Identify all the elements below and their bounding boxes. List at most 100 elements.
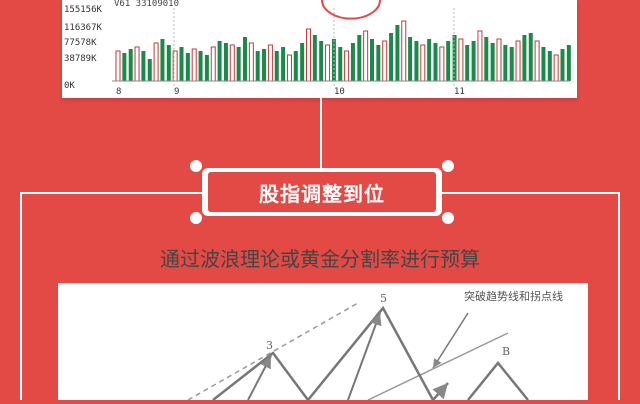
frame-line-top: [320, 98, 322, 168]
wave-path: [212, 305, 449, 403]
volume-bar: [509, 47, 514, 81]
wave-path-b: [467, 361, 529, 401]
volume-bar: [420, 44, 426, 82]
volume-bar: [376, 45, 381, 81]
volume-bar: [319, 41, 324, 81]
frame-line-left-h: [20, 192, 202, 194]
volume-bar: [274, 51, 279, 81]
x-tick-label: 11: [454, 87, 465, 97]
volume-bar: [179, 47, 184, 81]
volume-bar: [490, 43, 495, 81]
volume-bar: [198, 51, 203, 81]
x-tick-label: 8: [116, 87, 121, 97]
volume-bar: [147, 59, 152, 81]
volume-bar: [503, 45, 508, 81]
x-tick-label: 10: [334, 87, 345, 97]
volume-bar: [389, 33, 394, 81]
volume-bar: [312, 35, 317, 81]
frame-line-left-v: [20, 192, 22, 400]
volume-bar: [395, 25, 400, 81]
volume-bar: [357, 35, 362, 81]
volume-bar: [560, 49, 565, 81]
wave-label-5: 5: [380, 292, 387, 305]
volume-bar: [115, 50, 121, 82]
connector-dot-bottom-right: [440, 210, 456, 226]
volume-bar: [433, 43, 438, 81]
volume-bar: [350, 43, 355, 81]
y-tick-label: 116367K: [64, 23, 103, 33]
volume-chart-panel: V61 33109010 155156K 116367K 77578K 38789K 0…: [62, 0, 577, 98]
volume-bar: [325, 44, 331, 82]
volume-bar: [477, 30, 483, 82]
volume-bar: [496, 38, 502, 82]
section-title: 股指调整到位: [208, 172, 436, 212]
frame-line-right-v: [618, 192, 620, 400]
volume-bar: [153, 42, 159, 82]
volume-bar: [382, 40, 388, 82]
volume-bar: [370, 39, 374, 81]
wave-diagram-panel: 3 5 B 突破趋势线和拐点线: [58, 283, 588, 403]
volume-bar: [408, 37, 413, 81]
volume-bar: [248, 42, 254, 82]
volume-bar: [547, 51, 552, 81]
volume-bar: [217, 41, 222, 81]
volume-bar: [427, 39, 432, 81]
y-tick-label: 0K: [64, 81, 75, 91]
volume-bar: [522, 35, 527, 81]
volume-bar: [185, 53, 190, 81]
annotation-text: 突破趋势线和拐点线: [464, 289, 563, 303]
frame-line-right-h: [442, 192, 620, 194]
volume-bar: [465, 45, 470, 81]
volume-bar: [471, 41, 476, 81]
volume-bar: [267, 44, 273, 82]
volume-bar: [210, 46, 216, 82]
volume-bar: [255, 51, 260, 81]
volume-bar: [122, 53, 127, 81]
volume-bar: [446, 41, 451, 81]
volume-bar: [166, 45, 171, 81]
volume-bar: [236, 47, 241, 81]
volume-bar: [515, 40, 521, 82]
section-title-box: 股指调整到位: [202, 168, 442, 216]
connector-dot-right: [440, 158, 456, 174]
volume-bar: [293, 51, 298, 81]
volume-bar: [363, 30, 369, 82]
volume-bar: [229, 44, 235, 82]
volume-bar: [128, 49, 133, 81]
wave-diagram: 3 5 B 突破趋势线和拐点线: [187, 289, 563, 403]
volume-bar: [439, 46, 445, 82]
y-tick-label: 155156K: [64, 5, 103, 15]
arrow-up-5: [347, 312, 382, 401]
volume-bar: [458, 38, 464, 82]
x-tick-label: 9: [174, 87, 179, 97]
volume-header: V61 33109010: [114, 0, 179, 9]
highlight-circle: [321, 0, 381, 20]
trend-line-break: [367, 332, 509, 401]
section-subtitle: 通过波浪理论或黄金分割率进行预算: [160, 247, 480, 271]
volume-bar: [338, 47, 343, 81]
volume-bar: [528, 33, 533, 81]
volume-bar: [401, 20, 407, 82]
volume-bar: [553, 54, 559, 82]
volume-bar: [141, 51, 146, 81]
volume-bar: [566, 45, 571, 81]
volume-bar: [134, 46, 140, 82]
volume-bar: [223, 43, 228, 81]
y-tick-label: 38789K: [64, 54, 97, 64]
volume-bar: [534, 40, 540, 82]
volume-bar: [243, 37, 247, 81]
volume-bar: [191, 48, 197, 82]
volume-bar: [204, 55, 209, 81]
volume-bar: [262, 49, 267, 81]
volume-bar: [541, 47, 546, 81]
wave-label-b: B: [502, 345, 510, 358]
wave-label-3: 3: [266, 339, 273, 352]
volume-bar: [484, 37, 489, 81]
volume-bar: [300, 43, 305, 81]
volume-bar: [286, 54, 292, 82]
volume-bar: [160, 39, 165, 81]
volume-bar: [344, 50, 350, 82]
y-tick-label: 77578K: [64, 38, 97, 48]
volume-bar: [414, 41, 419, 81]
volume-chart: V61 33109010 155156K 116367K 77578K 38789K 0…: [64, 0, 571, 97]
